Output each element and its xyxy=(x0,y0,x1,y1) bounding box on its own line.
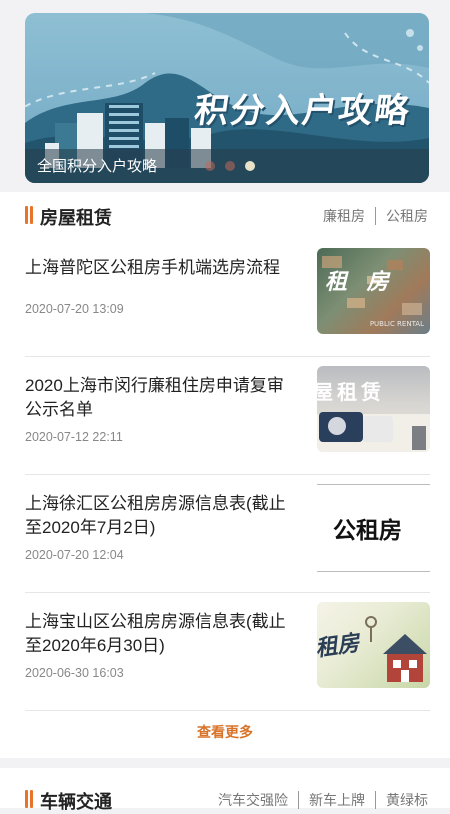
thumbnail-text: 公租房 xyxy=(333,518,402,544)
link-compulsory-insurance[interactable]: 汽车交强险 xyxy=(218,790,288,810)
list-item[interactable]: 上海徐汇区公租房房源信息表(截止至2020年7月2日) 2020-07-20 1… xyxy=(25,474,430,593)
carousel-dot[interactable] xyxy=(205,161,215,171)
news-title[interactable]: 2020上海市闵行廉租住房申请复审公示名单 xyxy=(25,374,297,422)
news-date: 2020-06-30 16:03 xyxy=(25,666,124,680)
banner-title: 积分入户攻略 xyxy=(191,91,414,131)
list-item[interactable]: 上海宝山区公租房房源信息表(截止至2020年6月30日) 2020-06-30 … xyxy=(25,592,430,711)
section-header: 房屋租赁 廉租房 公租房 xyxy=(0,192,450,238)
divider xyxy=(375,791,376,809)
divider xyxy=(298,791,299,809)
promo-banner[interactable]: 积分入户攻略 全国积分入户攻略 xyxy=(25,13,429,183)
thumbnail-text: 租房 xyxy=(317,631,361,662)
banner-caption: 全国积分入户攻略 xyxy=(37,158,158,175)
section-title: 车辆交通 xyxy=(40,792,112,812)
link-new-car-plate[interactable]: 新车上牌 xyxy=(309,790,365,810)
carousel-dot-active[interactable] xyxy=(245,161,255,171)
thumbnail-subtext: PUBLIC RENTAL xyxy=(369,320,424,328)
news-title[interactable]: 上海宝山区公租房房源信息表(截止至2020年6月30日) xyxy=(25,610,297,658)
news-title[interactable]: 上海普陀区公租房手机端选房流程 xyxy=(25,256,297,280)
view-more-link[interactable]: 查看更多 xyxy=(0,722,450,742)
news-date: 2020-07-20 13:09 xyxy=(25,302,124,316)
link-public-rental-housing[interactable]: 公租房 xyxy=(386,206,428,226)
news-date: 2020-07-12 22:11 xyxy=(25,430,123,444)
news-thumbnail[interactable]: 屋租赁 xyxy=(317,366,430,452)
news-date: 2020-07-20 12:04 xyxy=(25,548,124,562)
news-thumbnail[interactable]: 租房 xyxy=(317,602,430,688)
link-low-rent-housing[interactable]: 廉租房 xyxy=(323,206,365,226)
news-title[interactable]: 上海徐汇区公租房房源信息表(截止至2020年7月2日) xyxy=(25,492,297,540)
traffic-section: 车辆交通 汽车交强险 新车上牌 黄绿标 xyxy=(0,768,450,812)
rental-section: 房屋租赁 廉租房 公租房 上海普陀区公租房手机端选房流程 2020-07-20 … xyxy=(0,192,450,758)
list-item[interactable]: 上海普陀区公租房手机端选房流程 2020-07-20 13:09 租 房 PUB… xyxy=(25,238,430,357)
section-accent-icon xyxy=(25,206,33,224)
thumbnail-text: 租 房 xyxy=(325,270,395,295)
carousel-dot[interactable] xyxy=(225,161,235,171)
news-thumbnail[interactable]: 公租房 xyxy=(317,484,430,572)
thumbnail-text: 屋租赁 xyxy=(317,380,385,404)
link-yellow-green-label[interactable]: 黄绿标 xyxy=(386,790,428,810)
list-item[interactable]: 2020上海市闵行廉租住房申请复审公示名单 2020-07-12 22:11 屋… xyxy=(25,356,430,475)
section-accent-icon xyxy=(25,790,33,808)
section-title: 房屋租赁 xyxy=(40,208,112,228)
divider xyxy=(375,207,376,225)
section-links: 廉租房 公租房 xyxy=(323,206,428,226)
carousel-dots[interactable] xyxy=(205,161,255,171)
news-thumbnail[interactable]: 租 房 PUBLIC RENTAL xyxy=(317,248,430,334)
section-links: 汽车交强险 新车上牌 黄绿标 xyxy=(218,790,428,810)
banner-area: 积分入户攻略 全国积分入户攻略 xyxy=(0,0,450,192)
